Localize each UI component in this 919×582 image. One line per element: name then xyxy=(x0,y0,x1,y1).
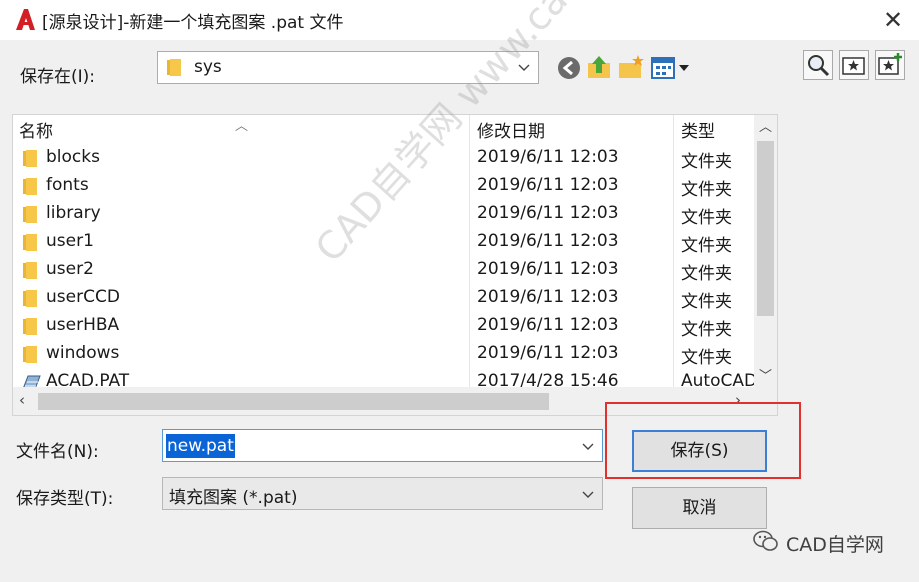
title-bar: [源泉设计]-新建一个填充图案 .pat 文件 ✕ xyxy=(0,0,919,40)
new-folder-icon[interactable] xyxy=(616,53,646,83)
file-name: fonts xyxy=(46,175,89,195)
favorites-icon xyxy=(842,57,865,75)
file-name: windows xyxy=(46,343,120,363)
file-type: 文件夹 xyxy=(681,236,732,256)
folder-icon xyxy=(23,178,37,195)
add-favorites-icon xyxy=(878,53,902,75)
scroll-up-icon[interactable]: ︿ xyxy=(759,116,772,135)
folder-icon xyxy=(23,346,37,363)
file-type-value: 填充图案 (*.pat) xyxy=(169,488,298,508)
file-date: 2019/6/11 12:03 xyxy=(477,315,619,335)
file-name: ACAD.PAT xyxy=(46,371,130,387)
file-type: AutoCAD xyxy=(681,371,754,387)
file-row[interactable]: userHBA 2019/6/11 12:03 文件夹 xyxy=(13,313,754,341)
vertical-scroll-thumb[interactable] xyxy=(757,141,774,316)
file-name: userCCD xyxy=(46,287,120,307)
file-name-input[interactable]: new.pat xyxy=(162,429,603,462)
pat-file-icon xyxy=(23,375,41,387)
chevron-down-icon[interactable] xyxy=(580,485,596,503)
save-in-value: sys xyxy=(194,57,222,77)
file-type-select[interactable]: 填充图案 (*.pat) xyxy=(162,477,603,510)
wechat-icon xyxy=(753,530,778,551)
column-header-date[interactable]: 修改日期 xyxy=(477,119,667,145)
file-name: blocks xyxy=(46,147,100,167)
search-web-icon xyxy=(808,55,830,77)
folder-icon xyxy=(23,206,37,223)
up-folder-icon[interactable] xyxy=(585,53,615,83)
save-button[interactable]: 保存(S) xyxy=(632,430,767,472)
window-title: [源泉设计]-新建一个填充图案 .pat 文件 xyxy=(42,13,344,33)
autocad-app-icon xyxy=(16,9,35,30)
file-name-label: 文件名(N): xyxy=(16,442,99,462)
file-date: 2019/6/11 12:03 xyxy=(477,231,619,251)
file-date: 2019/6/11 12:03 xyxy=(477,175,619,195)
folder-icon xyxy=(23,290,37,307)
file-name: user1 xyxy=(46,231,94,251)
favorites-button[interactable] xyxy=(839,50,869,80)
file-row[interactable]: userCCD 2019/6/11 12:03 文件夹 xyxy=(13,285,754,313)
back-icon[interactable] xyxy=(555,53,585,83)
scroll-down-icon[interactable]: ﹀ xyxy=(759,365,772,384)
file-type: 文件夹 xyxy=(681,152,732,172)
horizontal-scroll-thumb[interactable] xyxy=(38,393,549,410)
folder-icon xyxy=(23,318,37,335)
file-name: user2 xyxy=(46,259,94,279)
scroll-left-icon[interactable]: ‹ xyxy=(19,391,25,409)
vertical-scrollbar[interactable]: ︿ ﹀ xyxy=(754,115,777,387)
file-name: library xyxy=(46,203,101,223)
file-name: userHBA xyxy=(46,315,120,335)
file-type: 文件夹 xyxy=(681,320,732,340)
file-type: 文件夹 xyxy=(681,348,732,368)
file-date: 2017/4/28 15:46 xyxy=(477,371,619,387)
sort-up-icon: ︿ xyxy=(235,119,249,134)
cancel-button[interactable]: 取消 xyxy=(632,487,767,529)
folder-icon xyxy=(23,234,37,251)
folder-icon xyxy=(167,59,181,76)
views-icon[interactable] xyxy=(649,55,691,81)
folder-icon xyxy=(23,150,37,167)
file-date: 2019/6/11 12:03 xyxy=(477,287,619,307)
folder-icon xyxy=(23,262,37,279)
file-date: 2019/6/11 12:03 xyxy=(477,343,619,363)
file-type: 文件夹 xyxy=(681,180,732,200)
file-date: 2019/6/11 12:03 xyxy=(477,259,619,279)
search-web-button[interactable] xyxy=(803,50,833,80)
save-in-label: 保存在(I): xyxy=(20,67,96,87)
file-date: 2019/6/11 12:03 xyxy=(477,147,619,167)
file-name-value[interactable]: new.pat xyxy=(166,434,235,458)
add-favorites-button[interactable] xyxy=(875,50,905,80)
close-button[interactable]: ✕ xyxy=(874,2,912,38)
file-row[interactable]: ACAD.PAT 2017/4/28 15:46 AutoCAD xyxy=(13,369,754,387)
file-row[interactable]: windows 2019/6/11 12:03 文件夹 xyxy=(13,341,754,369)
brand-label: CAD自学网 xyxy=(786,534,884,556)
file-row[interactable]: user2 2019/6/11 12:03 文件夹 xyxy=(13,257,754,285)
file-date: 2019/6/11 12:03 xyxy=(477,203,619,223)
file-type: 文件夹 xyxy=(681,208,732,228)
column-header-type[interactable]: 类型 xyxy=(681,119,751,145)
file-type-label: 保存类型(T): xyxy=(16,489,114,509)
file-row[interactable]: user1 2019/6/11 12:03 文件夹 xyxy=(13,229,754,257)
file-type: 文件夹 xyxy=(681,264,732,284)
chevron-down-icon[interactable] xyxy=(580,437,596,455)
file-type: 文件夹 xyxy=(681,292,732,312)
